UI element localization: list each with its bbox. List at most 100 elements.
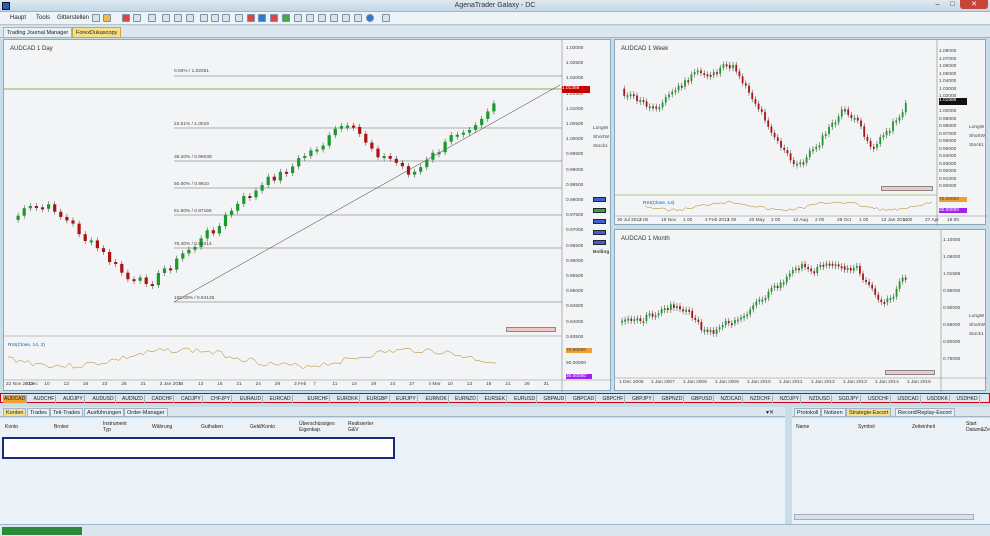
tab-konten[interactable]: Konten xyxy=(3,408,27,417)
menu-gitterstellen[interactable]: Gitterstellen xyxy=(57,15,89,21)
instrument-tab[interactable]: GBPCAD xyxy=(572,395,597,403)
horizontal-scrollbar[interactable] xyxy=(794,514,974,520)
tab-ausfuehrungen[interactable]: Ausführungen xyxy=(84,408,125,417)
column-header[interactable]: Symbol xyxy=(858,424,875,430)
instrument-tab[interactable]: AUDJPY xyxy=(62,395,85,403)
tab-record-replay-escort[interactable]: Record/Replay-Escort xyxy=(895,408,955,417)
toolbar-icon[interactable] xyxy=(342,14,350,22)
toolbar-icon[interactable] xyxy=(354,14,362,22)
toolbar-icon[interactable] xyxy=(174,14,182,22)
instrument-tab[interactable]: EURGBP xyxy=(366,395,390,403)
column-header[interactable]: Geld/Konto xyxy=(250,424,275,430)
indicator-button[interactable] xyxy=(593,240,606,245)
indicator-button[interactable] xyxy=(593,208,606,213)
instrument-tab[interactable]: AUDCHF xyxy=(33,395,57,403)
scroll-indicator[interactable] xyxy=(881,186,933,191)
instrument-tab[interactable]: USDHKD xyxy=(956,395,980,403)
instrument-tab[interactable]: EURNOK xyxy=(425,395,449,403)
toolbar-icon[interactable] xyxy=(133,14,141,22)
instrument-tab[interactable]: GBPJPY xyxy=(631,395,654,403)
daily-chart[interactable] xyxy=(4,40,612,392)
monthly-chart[interactable] xyxy=(615,230,987,392)
instrument-tab[interactable]: EURSEK xyxy=(484,395,508,403)
monthly-chart-panel[interactable]: AUDCAD 1 Month 1.10000 1.06000 1.01586 0.96… xyxy=(614,229,987,392)
weekly-chart[interactable] xyxy=(615,40,987,226)
instrument-tab[interactable]: USDCAD xyxy=(897,395,921,403)
tab-order-manager[interactable]: Order-Manager xyxy=(124,408,168,417)
weekly-chart-panel[interactable]: AUDCAD 1 Week 1.08000 1.07000 1.06000 1.050… xyxy=(614,39,987,226)
instrument-tab[interactable]: EURNZD xyxy=(454,395,478,403)
instrument-tab[interactable]: AUDCAD xyxy=(3,395,28,403)
column-header[interactable]: Broker xyxy=(54,424,69,430)
column-header[interactable]: Konto xyxy=(5,424,18,430)
instrument-tab[interactable]: USDDKK xyxy=(926,395,950,403)
toolbar-icon[interactable] xyxy=(247,14,255,22)
tab-strategie-escort[interactable]: Strategie-Escort xyxy=(846,408,892,417)
instrument-tab[interactable]: EURAUD xyxy=(239,395,264,403)
instrument-tab[interactable]: EURJPY xyxy=(395,395,418,403)
daily-chart-panel[interactable]: AUDCAD 1 Day 0.00% / 1.02061 23.61% / 1.… xyxy=(3,39,612,392)
column-header[interactable]: Guthaben xyxy=(201,424,223,430)
toolbar-icon[interactable] xyxy=(330,14,338,22)
column-header[interactable]: Realisierter G&V xyxy=(348,421,382,433)
indicator-button[interactable] xyxy=(593,219,606,224)
tab-forex-dukascopy[interactable]: ForexDukascopy xyxy=(72,27,122,38)
toolbar-icon[interactable] xyxy=(103,14,111,22)
instrument-tab[interactable]: GBPUSD xyxy=(690,395,715,403)
column-header[interactable]: Überschüssiges Eigenkap. xyxy=(299,421,343,433)
instrument-tab[interactable]: GBPAUD xyxy=(543,395,567,403)
toolbar-icon[interactable] xyxy=(162,14,170,22)
column-header[interactable]: Währung xyxy=(152,424,172,430)
toolbar-icon[interactable] xyxy=(92,14,100,22)
instrument-tab[interactable]: EURCHF xyxy=(307,395,331,403)
toolbar-icon[interactable] xyxy=(270,14,278,22)
help-icon[interactable] xyxy=(366,14,374,22)
instrument-tab[interactable]: GBPNZD xyxy=(661,395,685,403)
scroll-indicator[interactable] xyxy=(506,327,556,332)
close-icon[interactable]: ✕ xyxy=(960,0,988,9)
instrument-tab[interactable]: EURDKK xyxy=(336,395,360,403)
instrument-tab[interactable]: AUDUSD xyxy=(92,395,116,403)
toolbar-icon[interactable] xyxy=(294,14,302,22)
account-row-area[interactable] xyxy=(2,437,395,459)
column-header[interactable]: Name xyxy=(796,424,809,430)
column-header[interactable]: Start Datum&Zeit xyxy=(966,421,990,433)
instrument-tab[interactable]: NZDCAD xyxy=(720,395,744,403)
instrument-tab[interactable]: EURUSD xyxy=(513,395,538,403)
maximize-icon[interactable]: □ xyxy=(945,0,960,9)
instrument-tab[interactable]: NZDCHF xyxy=(749,395,773,403)
indicator-button[interactable] xyxy=(593,230,606,235)
scroll-indicator[interactable] xyxy=(885,370,935,375)
menu-haupt[interactable]: Haupt xyxy=(10,15,26,21)
instrument-tab[interactable]: AUDNZD xyxy=(121,395,145,403)
toolbar-icon[interactable] xyxy=(222,14,230,22)
menu-tools[interactable]: Tools xyxy=(36,15,50,21)
tab-trading-journal-manager[interactable]: Trading Journal Manager xyxy=(3,27,73,38)
tab-protokoll[interactable]: Protokoll xyxy=(794,408,822,417)
toolbar-icon[interactable] xyxy=(122,14,130,22)
instrument-tab[interactable]: NZDJPY xyxy=(779,395,801,403)
tab-teil-trades[interactable]: Teil-Trades xyxy=(50,408,83,417)
instrument-tab[interactable]: EURCAD xyxy=(269,395,293,403)
toolbar-icon[interactable] xyxy=(258,14,266,22)
toolbar-icon[interactable] xyxy=(200,14,208,22)
instrument-tab[interactable]: CADCHF xyxy=(151,395,175,403)
toolbar-icon[interactable] xyxy=(282,14,290,22)
toolbar-icon[interactable] xyxy=(318,14,326,22)
pin-icon[interactable]: ▾✕ xyxy=(766,409,774,416)
tab-trades[interactable]: Trades xyxy=(27,408,50,417)
toolbar-icon[interactable] xyxy=(186,14,194,22)
tab-notizen[interactable]: Notizen xyxy=(821,408,846,417)
instrument-tab[interactable]: CADJPY xyxy=(180,395,203,403)
toolbar-icon[interactable] xyxy=(382,14,390,22)
indicator-button[interactable] xyxy=(593,197,606,202)
instrument-tab[interactable]: CHFJPY xyxy=(210,395,232,403)
instrument-tab[interactable]: SGDJPY xyxy=(838,395,861,403)
minimize-icon[interactable]: – xyxy=(930,0,945,9)
toolbar-icon[interactable] xyxy=(211,14,219,22)
instrument-tab[interactable]: NZDUSD xyxy=(808,395,832,403)
toolbar-icon[interactable] xyxy=(235,14,243,22)
column-header[interactable]: Instrument Typ xyxy=(103,421,133,433)
toolbar-icon[interactable] xyxy=(306,14,314,22)
toolbar-icon[interactable] xyxy=(148,14,156,22)
